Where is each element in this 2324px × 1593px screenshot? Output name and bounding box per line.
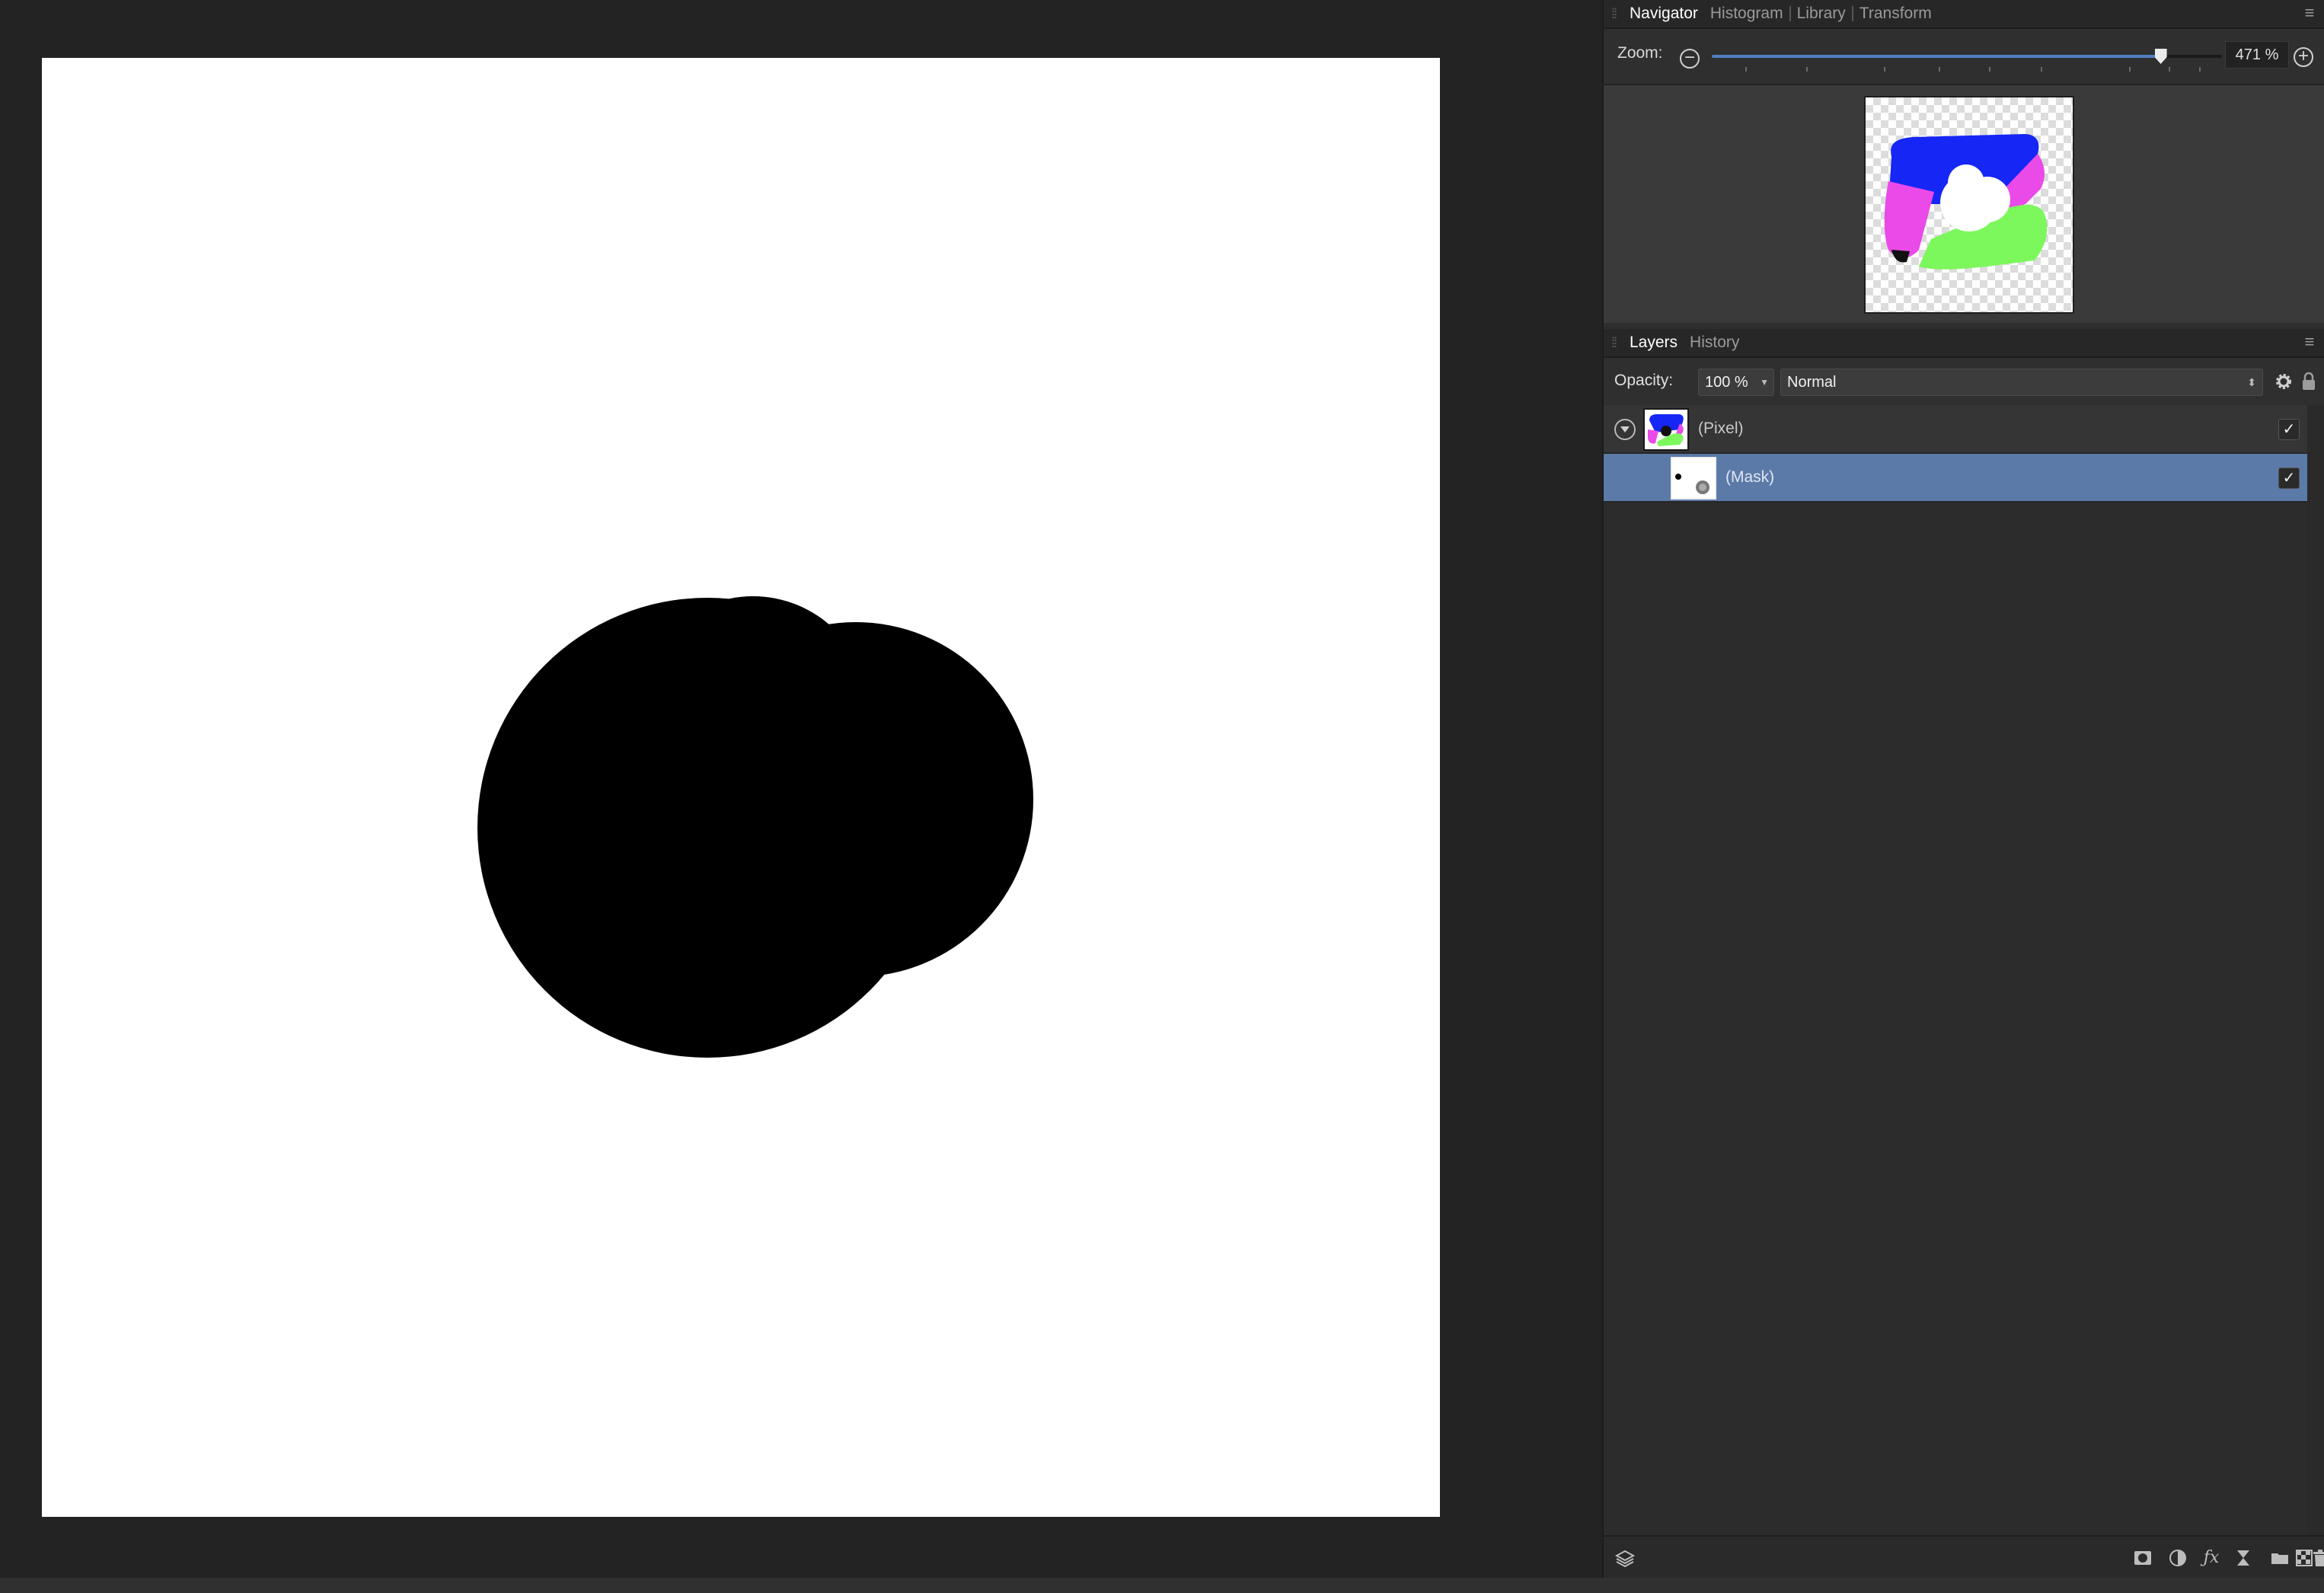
layers-tabbar: ⁞⁞ Layers History ≡ bbox=[1604, 329, 2324, 358]
opacity-field[interactable]: 100 % ▼ bbox=[1698, 369, 1774, 396]
gear-icon[interactable] bbox=[2274, 372, 2294, 391]
zoom-tick bbox=[2129, 67, 2131, 72]
zoom-slider[interactable] bbox=[1712, 55, 2222, 58]
mask-blob-top bbox=[637, 596, 870, 829]
live-filter-icon[interactable] bbox=[2233, 1547, 2254, 1569]
zoom-tick bbox=[1884, 67, 1885, 72]
layer-name: (Mask) bbox=[1725, 468, 1775, 486]
layers-scrollbar[interactable] bbox=[2307, 405, 2324, 1535]
layer-thumbnail bbox=[1643, 408, 1689, 451]
chevron-down-icon[interactable] bbox=[1614, 419, 1636, 440]
visibility-checkbox[interactable]: ✓ bbox=[2278, 419, 2300, 440]
blend-mode-select[interactable]: Normal ⬍ bbox=[1780, 369, 2263, 396]
document-canvas[interactable] bbox=[42, 58, 1440, 1517]
adjustment-icon[interactable] bbox=[2167, 1547, 2188, 1569]
zoom-tick bbox=[1806, 67, 1808, 72]
zoom-tick bbox=[2199, 67, 2201, 72]
panel-grip-icon[interactable]: ⁞⁞ bbox=[1604, 0, 1623, 28]
layers-icon[interactable] bbox=[1614, 1547, 1636, 1569]
status-bar bbox=[0, 1578, 2324, 1593]
document-workspace[interactable] bbox=[0, 0, 1602, 1578]
layers-toolbar: ƒx bbox=[1604, 1535, 2324, 1578]
navigator-preview[interactable] bbox=[1864, 96, 2074, 314]
layer-name: (Pixel) bbox=[1698, 420, 1744, 437]
tab-library[interactable]: Library bbox=[1791, 5, 1852, 23]
layer-row-mask[interactable]: (Mask) ✓ bbox=[1604, 454, 2307, 503]
navigator-thumbnail-art bbox=[1884, 134, 2048, 270]
fx-icon[interactable]: ƒx bbox=[2201, 1547, 2222, 1569]
tab-layers[interactable]: Layers bbox=[1623, 334, 1684, 352]
chevron-down-icon: ▼ bbox=[1760, 377, 1769, 388]
opacity-value: 100 % bbox=[1705, 374, 1748, 391]
zoom-label: Zoom: bbox=[1617, 44, 1663, 62]
layers-controls: Opacity: 100 % ▼ Normal ⬍ bbox=[1604, 358, 2324, 405]
mask-shape bbox=[477, 596, 1033, 1058]
folder-icon[interactable] bbox=[2269, 1547, 2290, 1569]
zoom-tick bbox=[1939, 67, 1940, 72]
hamburger-icon[interactable]: ≡ bbox=[2301, 5, 2318, 21]
updown-icon: ⬍ bbox=[2247, 376, 2256, 388]
zoom-slider-fill bbox=[1712, 55, 2161, 58]
mask-icon[interactable] bbox=[2132, 1547, 2153, 1569]
visibility-checkbox[interactable]: ✓ bbox=[2278, 468, 2300, 489]
zoom-tick bbox=[1745, 67, 1747, 72]
navigator-tabbar: ⁞⁞ Navigator Histogram Library Transform… bbox=[1604, 0, 2324, 29]
tab-navigator[interactable]: Navigator bbox=[1623, 5, 1704, 23]
panel-grip-icon[interactable]: ⁞⁞ bbox=[1604, 328, 1623, 357]
zoom-value-field[interactable]: 471 % bbox=[2225, 41, 2289, 69]
mask-thumbnail bbox=[1671, 457, 1716, 500]
tab-histogram[interactable]: Histogram bbox=[1704, 5, 1789, 23]
layer-row-pixel[interactable]: (Pixel) ✓ bbox=[1604, 405, 2307, 454]
zoom-tick bbox=[2041, 67, 2042, 72]
plus-circle-icon[interactable]: + bbox=[2294, 47, 2313, 67]
minus-circle-icon[interactable]: − bbox=[1680, 49, 1700, 69]
zoom-tick bbox=[1989, 67, 1990, 72]
layers-list[interactable]: (Pixel) ✓ (Mask) ✓ bbox=[1604, 405, 2324, 1535]
trash-icon[interactable] bbox=[2312, 1547, 2324, 1569]
zoom-slider-thumb[interactable] bbox=[2154, 49, 2167, 64]
zoom-tick bbox=[2169, 67, 2170, 72]
studio-panel: ⁞⁞ Navigator Histogram Library Transform… bbox=[1602, 0, 2324, 1578]
tab-history[interactable]: History bbox=[1684, 334, 1745, 352]
lock-icon[interactable] bbox=[2301, 372, 2316, 391]
zoom-row: Zoom: − 471 % + bbox=[1604, 30, 2324, 85]
opacity-label: Opacity: bbox=[1614, 372, 1674, 389]
tab-transform[interactable]: Transform bbox=[1853, 5, 1938, 23]
hamburger-icon[interactable]: ≡ bbox=[2301, 334, 2318, 350]
navigator-preview-area bbox=[1604, 85, 2324, 323]
blend-mode-value: Normal bbox=[1787, 374, 1837, 391]
